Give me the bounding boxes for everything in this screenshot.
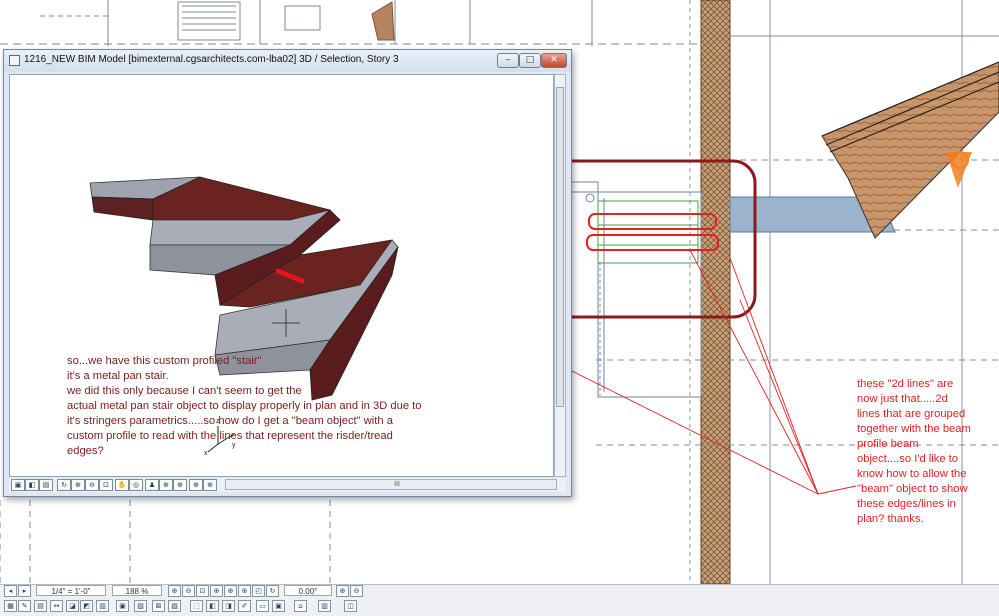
scale-field[interactable]: 1/4" = 1'-0" xyxy=(36,585,106,596)
rotate-icon[interactable]: ↻ xyxy=(57,479,71,491)
stair-note-line: we did this only because I can't seem to… xyxy=(67,385,302,397)
stair-note-line: it's stringers parametrics.....so how do… xyxy=(67,415,393,427)
zoom-field[interactable]: 188 % xyxy=(112,585,162,596)
view-settings-icon[interactable]: ▣ xyxy=(11,479,25,491)
stair-note-line: custom profile to read with the lines th… xyxy=(67,430,393,442)
zoom-previous-icon[interactable]: ⊕ xyxy=(210,585,223,597)
zoom-previous-icon[interactable]: ⊕ xyxy=(159,479,173,491)
angle-field[interactable]: 0.00° xyxy=(284,585,332,596)
walk-icon[interactable]: ♟ xyxy=(145,479,159,491)
minimize-button[interactable]: ‒ xyxy=(497,53,519,68)
home-icon[interactable]: ⌂ xyxy=(294,600,307,612)
teamwork-icon[interactable]: ◫ xyxy=(344,600,357,612)
side-note-line: now just that.....2d xyxy=(857,393,948,405)
lock-icon[interactable]: ⊠ xyxy=(152,600,165,612)
stair-note-line: edges? xyxy=(67,445,104,457)
redo-zoom-icon[interactable]: ▸ xyxy=(18,585,31,597)
group-icon[interactable]: ▣ xyxy=(272,600,285,612)
layers-icon[interactable]: ▦ xyxy=(4,600,17,612)
zoom-next-icon[interactable]: ⊕ xyxy=(173,479,187,491)
wall-section[interactable] xyxy=(700,0,731,584)
rotate-view-icon[interactable]: ↻ xyxy=(266,585,279,597)
window-app-icon xyxy=(9,55,20,66)
dimensions-icon[interactable]: ↔ xyxy=(50,600,63,612)
renovation-icon[interactable]: ◪ xyxy=(66,600,79,612)
side-annotation: these "2d lines" are now just that.....2… xyxy=(857,377,997,527)
side-note-line: lines that are grouped xyxy=(857,408,966,420)
maximize-button[interactable]: □ xyxy=(519,53,541,68)
grid-lines-bottom xyxy=(0,500,331,584)
zoom-out-icon[interactable]: ⊖ xyxy=(182,585,195,597)
trace-icon[interactable]: ◧ xyxy=(206,600,219,612)
structure-display-icon[interactable]: ▥ xyxy=(96,600,109,612)
zoom-next-icon[interactable]: ⊕ xyxy=(224,585,237,597)
side-note-line: profile beam xyxy=(857,438,919,450)
horizontal-scrollbar[interactable]: III xyxy=(225,479,557,490)
model-view-icon[interactable]: ▤ xyxy=(39,479,53,491)
stair-note-line: it's a metal pan stair. xyxy=(67,370,169,382)
top-wall-elements xyxy=(0,0,700,46)
reset-angle-icon[interactable]: ⊖ xyxy=(350,585,363,597)
fit-in-window-icon[interactable]: ⊡ xyxy=(99,479,113,491)
fit-window-icon[interactable]: ⊡ xyxy=(196,585,209,597)
side-note-line: plan? thanks. xyxy=(857,513,924,525)
pan-icon[interactable]: ✋ xyxy=(115,479,129,491)
side-note-line: these edges/lines in xyxy=(857,498,956,510)
angle-options-icon[interactable]: ⊕ xyxy=(336,585,349,597)
zoom-in-icon[interactable]: ⊕ xyxy=(168,585,181,597)
3d-navigation-toolbar: ▣ ◧ ▤ ↻ ⊕ ⊖ ⊡ ✋ ◎ ♟ ⊕ ⊕ ⊕ ⊕ III xyxy=(9,478,566,492)
orbit-icon[interactable]: ◎ xyxy=(129,479,143,491)
side-note-line: know how to allow the xyxy=(857,468,967,480)
highlight-tread-edge-1 xyxy=(588,213,717,230)
side-note-line: object....so I'd like to xyxy=(857,453,959,465)
graphic-override-icon[interactable]: ◩ xyxy=(80,600,93,612)
publisher-icon[interactable]: ▨ xyxy=(168,600,181,612)
perspective-icon[interactable]: ◧ xyxy=(25,479,39,491)
model-view-icon[interactable]: ▤ xyxy=(34,600,47,612)
library-icon[interactable]: ▥ xyxy=(318,600,331,612)
layout-book-icon[interactable]: ▧ xyxy=(134,600,147,612)
window-title: 1216_NEW BIM Model [bimexternal.cgsarchi… xyxy=(24,54,399,65)
close-button[interactable]: ✕ xyxy=(541,53,567,68)
scroll-grip[interactable]: III xyxy=(386,480,408,489)
stair-note-line: actual metal pan stair object to display… xyxy=(67,400,422,412)
zoom-menu-icon[interactable]: ⊕ xyxy=(189,479,203,491)
zoom-in-icon[interactable]: ⊕ xyxy=(71,479,85,491)
stair-note-line: so...we have this custom profiled "stair… xyxy=(67,355,262,367)
window-titlebar[interactable]: 1216_NEW BIM Model [bimexternal.cgsarchi… xyxy=(4,50,571,72)
plan-status-bar: ◂ ▸ 1/4" = 1'-0" 188 % ⊕ ⊖ ⊡ ⊕ ⊕ ⊕ ◰ ↻ 0… xyxy=(0,584,999,616)
side-note-line: together with the beam xyxy=(857,423,971,435)
vertical-scrollbar[interactable] xyxy=(554,74,566,477)
top-stair-fragment xyxy=(371,1,395,41)
stair-annotation: so...we have this custom profiled "stair… xyxy=(67,354,487,459)
zoom-actual-icon[interactable]: ⊕ xyxy=(238,585,251,597)
view-map-icon[interactable]: ▣ xyxy=(116,600,129,612)
vertical-scroll-thumb[interactable] xyxy=(556,87,564,407)
marquee-icon[interactable]: ⬚ xyxy=(190,600,203,612)
side-note-line: "beam" object to show xyxy=(857,483,968,495)
redline-icon[interactable]: ✐ xyxy=(238,600,251,612)
nav-menu-icon[interactable]: ⊕ xyxy=(203,479,217,491)
side-note-line: these "2d lines" are xyxy=(857,378,954,390)
undo-zoom-icon[interactable]: ◂ xyxy=(4,585,17,597)
compare-icon[interactable]: ◨ xyxy=(222,600,235,612)
align-icon[interactable]: ▭ xyxy=(256,600,269,612)
pen-set-icon[interactable]: ✎ xyxy=(18,600,31,612)
orientation-icon[interactable]: ◰ xyxy=(252,585,265,597)
zoom-out-icon[interactable]: ⊖ xyxy=(85,479,99,491)
